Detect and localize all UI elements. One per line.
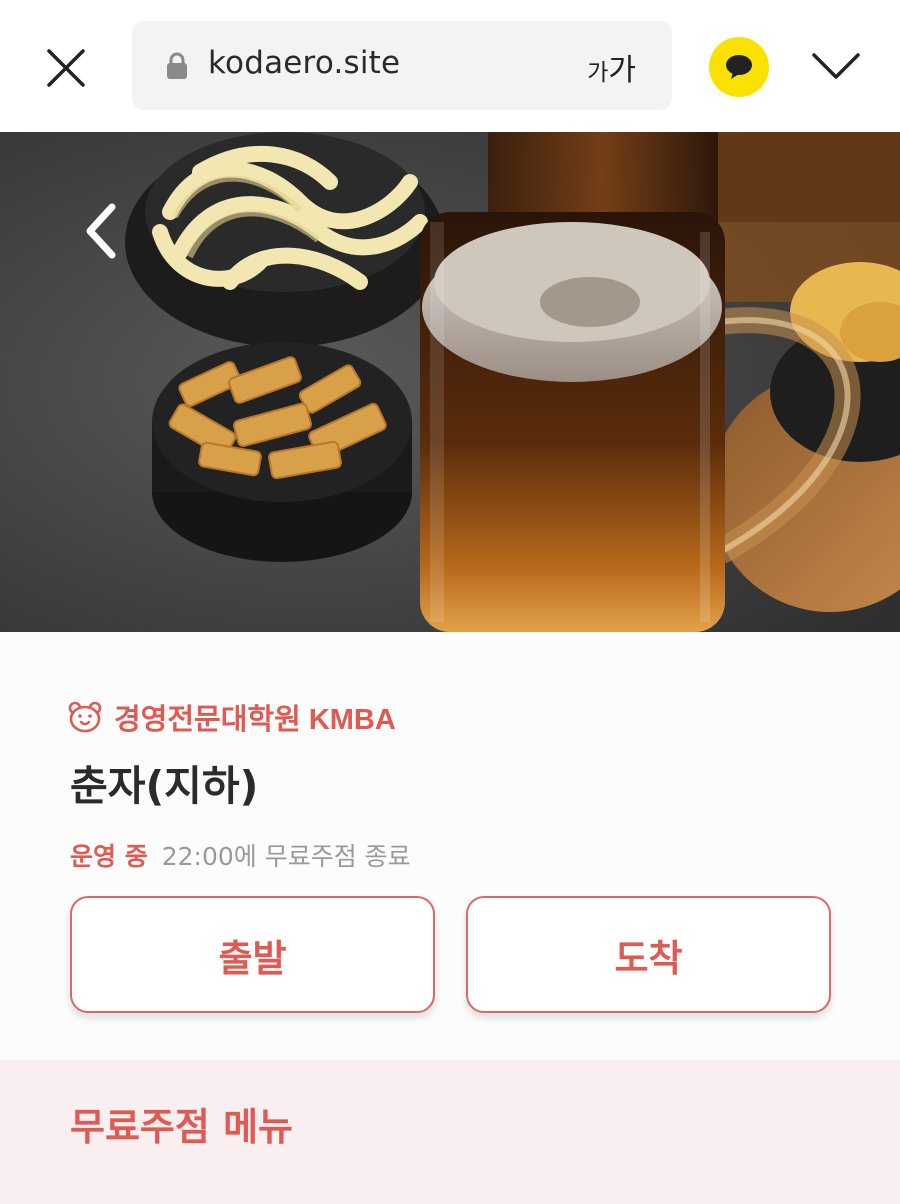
organizer-name: 경영전문대학원 KMBA: [114, 704, 396, 736]
chevron-down-icon: [812, 53, 860, 79]
text-size-small-label: 가: [587, 60, 609, 86]
operating-status: 운영 중 22:00에 무료주점 종료: [70, 837, 411, 873]
status-badge: 운영 중: [70, 842, 148, 871]
beer-and-snacks-photo: [0, 132, 900, 632]
arrive-button[interactable]: 도착: [466, 896, 831, 1013]
url-text: kodaero.site: [208, 45, 401, 81]
back-arrow-icon: [86, 203, 116, 259]
text-size-large-label: 가: [608, 53, 636, 88]
address-bar[interactable]: kodaero.site 가가: [132, 21, 672, 110]
hero-image: [0, 132, 900, 632]
close-icon: [47, 49, 85, 87]
bear-face-icon: [68, 701, 102, 733]
menu-title: 무료주점 메뉴: [70, 1105, 293, 1149]
free-pub-menu-section: 무료주점 메뉴: [0, 1060, 900, 1204]
organizer: 경영전문대학원 KMBA: [68, 696, 396, 738]
more-button[interactable]: [808, 44, 864, 88]
back-button[interactable]: [70, 196, 130, 266]
text-size-button[interactable]: 가가: [587, 45, 636, 89]
kakaotalk-share-button[interactable]: [709, 37, 769, 97]
pub-name: 춘자(지하): [70, 762, 259, 810]
browser-top-bar: kodaero.site 가가: [0, 0, 900, 132]
closing-time-text: 22:00에 무료주점 종료: [161, 842, 411, 871]
close-button[interactable]: [40, 42, 92, 94]
depart-button[interactable]: 출발: [70, 896, 435, 1013]
pub-info-section: 경영전문대학원 KMBA 춘자(지하) 운영 중 22:00에 무료주점 종료 출…: [0, 632, 900, 1060]
speech-bubble-icon: [726, 55, 752, 79]
lock-icon: [167, 52, 187, 79]
